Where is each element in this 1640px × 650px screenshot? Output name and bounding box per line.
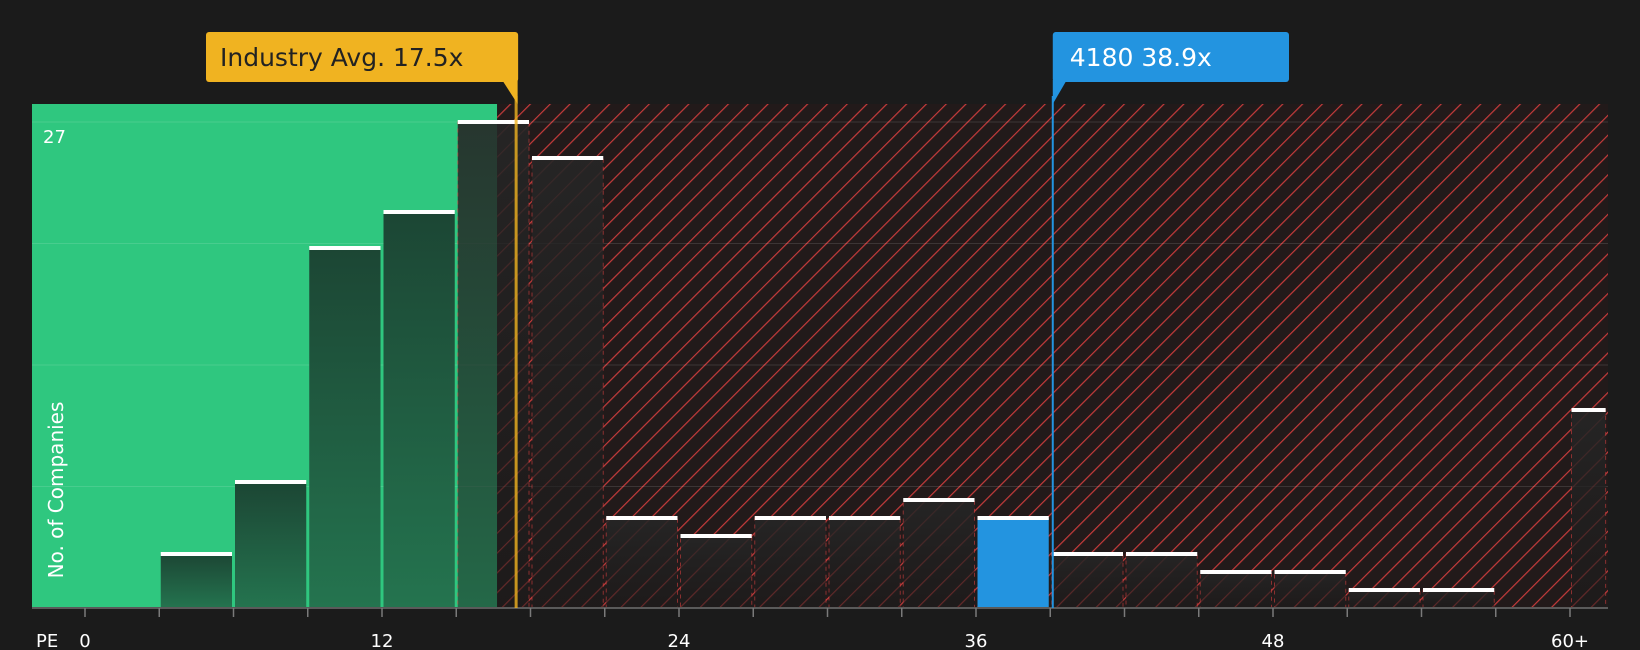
histogram-bar-cap bbox=[1274, 570, 1346, 574]
x-tick-label: 12 bbox=[371, 631, 394, 650]
histogram-bar-cap bbox=[829, 516, 901, 520]
histogram-bar bbox=[1348, 590, 1420, 608]
histogram-bar-cap bbox=[680, 534, 752, 538]
x-axis-title: PE bbox=[36, 631, 58, 650]
company-pe-pointer bbox=[1052, 80, 1067, 104]
histogram-bar-cap bbox=[606, 516, 678, 520]
histogram-bar-cap bbox=[309, 246, 381, 250]
histogram-bar bbox=[903, 500, 975, 608]
y-axis-label: No. of Companies bbox=[44, 402, 68, 579]
histogram-bar bbox=[532, 158, 604, 608]
histogram-bar-cap bbox=[1348, 588, 1420, 592]
histogram-bar bbox=[160, 554, 232, 608]
histogram-bar-cap bbox=[1200, 570, 1272, 574]
x-tick-label: 36 bbox=[965, 631, 988, 650]
histogram-bar bbox=[1571, 410, 1606, 608]
industry-avg-label: Industry Avg. 17.5x bbox=[220, 43, 463, 72]
histogram-bar bbox=[680, 536, 752, 608]
x-tick-label: 60+ bbox=[1551, 631, 1589, 650]
histogram-bar bbox=[754, 518, 826, 608]
histogram-bar-cap bbox=[754, 516, 826, 520]
company-pe-label: 4180 38.9x bbox=[1070, 43, 1212, 72]
y-top-tick-label: 27 bbox=[43, 127, 66, 148]
histogram-bar bbox=[309, 248, 381, 608]
histogram-bar-cap bbox=[1423, 588, 1495, 592]
histogram-bar bbox=[383, 212, 455, 608]
pe-distribution-chart: 0 12 24 36 48 60+ Industry Avg. 17.5x 4180 38.… bbox=[32, 32, 1608, 650]
histogram-bar bbox=[1200, 572, 1272, 608]
histogram-bar-cap bbox=[1126, 552, 1198, 556]
histogram-bar bbox=[235, 482, 307, 608]
histogram-bar bbox=[1423, 590, 1495, 608]
histogram-bar-cap bbox=[160, 552, 232, 556]
histogram-bar-cap bbox=[1571, 408, 1606, 412]
x-tick-label: 0 bbox=[79, 631, 90, 650]
histogram-bar bbox=[606, 518, 678, 608]
histogram-bar bbox=[1126, 554, 1198, 608]
x-tick-label: 48 bbox=[1262, 631, 1285, 650]
histogram-bar bbox=[977, 518, 1049, 608]
histogram-bar-cap bbox=[977, 516, 1049, 520]
histogram-bar bbox=[1274, 572, 1346, 608]
histogram-bar-cap bbox=[903, 498, 975, 502]
histogram-bar-cap bbox=[532, 156, 604, 160]
histogram-bar-cap bbox=[1051, 552, 1123, 556]
histogram-bar bbox=[457, 122, 529, 608]
histogram-bar-cap bbox=[457, 120, 529, 124]
histogram-bar bbox=[829, 518, 901, 608]
histogram-bar bbox=[1051, 554, 1123, 608]
histogram-bar-cap bbox=[235, 480, 307, 484]
histogram-bar-cap bbox=[383, 210, 455, 214]
x-tick-label: 24 bbox=[668, 631, 691, 650]
